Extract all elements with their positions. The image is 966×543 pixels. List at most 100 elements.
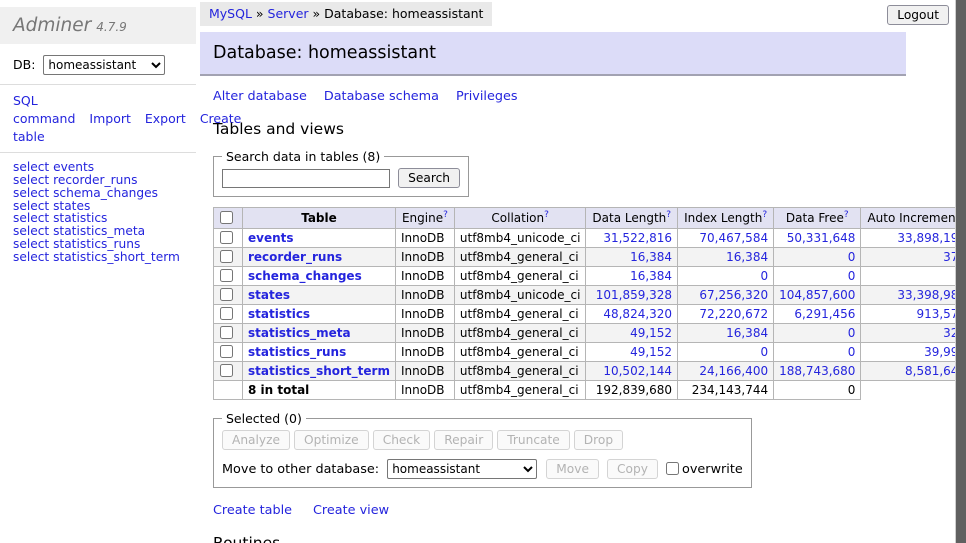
database-action-link-alter-database[interactable]: Alter database xyxy=(213,89,307,104)
index-length-link[interactable]: 70,467,584 xyxy=(699,231,768,245)
table-row-states: statesInnoDButf8mb4_unicode_ci101,859,32… xyxy=(214,286,966,305)
index-length-link[interactable]: 67,256,320 xyxy=(699,288,768,302)
table-row-statistics-runs: statistics_runsInnoDButf8mb4_general_ci4… xyxy=(214,343,966,362)
db-selector-row: DB: homeassistant xyxy=(13,55,196,75)
engine-cell: InnoDB xyxy=(395,362,454,381)
help-icon[interactable]: ? xyxy=(844,210,849,220)
index-length-link[interactable]: 0 xyxy=(760,269,768,283)
db-select[interactable]: homeassistant xyxy=(43,55,165,75)
optimize-button[interactable]: Optimize xyxy=(294,430,369,450)
table-name-link-statistics-meta[interactable]: statistics_meta xyxy=(248,326,351,340)
row-checkbox-cell xyxy=(214,267,243,286)
index-length-link[interactable]: 72,220,672 xyxy=(699,307,768,321)
totals-index-length: 234,143,744 xyxy=(678,381,774,400)
table-name-link-statistics-short-term[interactable]: statistics_short_term xyxy=(248,364,390,378)
data-length-link[interactable]: 31,522,816 xyxy=(603,231,672,245)
breadcrumb-link-mysql[interactable]: MySQL xyxy=(209,6,252,21)
data-length-link[interactable]: 49,152 xyxy=(630,345,672,359)
column-header-index-length: Index Length? xyxy=(678,208,774,229)
create-link-create-view[interactable]: Create view xyxy=(313,503,389,518)
table-name-link-events[interactable]: events xyxy=(248,231,294,245)
breadcrumb-separator: » xyxy=(309,6,325,21)
row-checkbox-events[interactable] xyxy=(220,231,233,244)
data-free-link[interactable]: 188,743,680 xyxy=(779,364,855,378)
help-icon[interactable]: ? xyxy=(666,210,671,220)
sidebar-op-link-export[interactable]: Export xyxy=(145,111,186,126)
database-action-link-database-schema[interactable]: Database schema xyxy=(324,89,439,104)
search-input[interactable] xyxy=(222,169,390,188)
collation-cell: utf8mb4_general_ci xyxy=(454,324,586,343)
index-length-link[interactable]: 16,384 xyxy=(726,326,768,340)
row-checkbox-statistics-runs[interactable] xyxy=(220,345,233,358)
create-link-create-table[interactable]: Create table xyxy=(213,503,292,518)
row-checkbox-statistics-meta[interactable] xyxy=(220,326,233,339)
row-checkbox-schema-changes[interactable] xyxy=(220,269,233,282)
sidebar-op-link-sql-command[interactable]: SQL command xyxy=(13,93,75,126)
index-length-link[interactable]: 16,384 xyxy=(726,250,768,264)
data-free-link[interactable]: 0 xyxy=(848,345,856,359)
table-row-schema-changes: schema_changesInnoDButf8mb4_general_ci16… xyxy=(214,267,966,286)
table-name-link-statistics[interactable]: statistics xyxy=(248,307,310,321)
data-length-link[interactable]: 16,384 xyxy=(630,250,672,264)
move-db-select[interactable]: homeassistant xyxy=(387,459,537,479)
analyze-button[interactable]: Analyze xyxy=(222,430,290,450)
collation-cell: utf8mb4_unicode_ci xyxy=(454,286,586,305)
page-scrollbar[interactable] xyxy=(955,0,966,543)
table-row-statistics-meta: statistics_meta InnoDButf8mb4_general_ci 4… xyxy=(214,324,966,343)
column-header-collation: Collation? xyxy=(454,208,586,229)
totals-collation: utf8mb4_general_ci xyxy=(454,381,586,400)
search-button[interactable]: Search xyxy=(398,168,460,188)
data-free-link[interactable]: 50,331,648 xyxy=(787,231,856,245)
sidebar-table-link-select-schema-changes[interactable]: select schema_changes xyxy=(13,187,196,200)
sidebar-op-link-import[interactable]: Import xyxy=(89,111,131,126)
breadcrumb-link-server[interactable]: Server xyxy=(268,6,309,21)
help-icon[interactable]: ? xyxy=(762,210,767,220)
truncate-button[interactable]: Truncate xyxy=(497,430,570,450)
sidebar-table-link-select-statistics-short-term[interactable]: select statistics_short_term xyxy=(13,251,196,264)
row-checkbox-states[interactable] xyxy=(220,288,233,301)
copy-button[interactable]: Copy xyxy=(607,459,658,479)
breadcrumb-separator: » xyxy=(252,6,268,21)
search-legend: Search data in tables (8) xyxy=(222,149,384,164)
table-name-link-schema-changes[interactable]: schema_changes xyxy=(248,269,362,283)
row-checkbox-statistics-short-term[interactable] xyxy=(220,364,233,377)
column-header-auto-increment: Auto Increment? xyxy=(861,208,966,229)
row-checkbox-statistics[interactable] xyxy=(220,307,233,320)
row-checkbox-recorder-runs[interactable] xyxy=(220,250,233,263)
overwrite-checkbox[interactable] xyxy=(666,462,679,475)
adminer-version: 4.7.9 xyxy=(96,20,127,34)
move-button[interactable]: Move xyxy=(546,459,599,479)
row-checkbox-cell xyxy=(214,305,243,324)
select-all-checkbox[interactable] xyxy=(220,211,233,224)
sidebar-table-link-select-recorder-runs[interactable]: select recorder_runs xyxy=(13,174,196,187)
data-free-link[interactable]: 0 xyxy=(848,326,856,340)
drop-button[interactable]: Drop xyxy=(574,430,623,450)
data-free-link[interactable]: 6,291,456 xyxy=(794,307,855,321)
table-name-link-statistics-runs[interactable]: statistics_runs xyxy=(248,345,346,359)
auto-increment-cell: 913,577 xyxy=(861,305,966,324)
help-icon[interactable]: ? xyxy=(443,210,448,220)
database-action-link-privileges[interactable]: Privileges xyxy=(456,89,518,104)
data-length-link[interactable]: 101,859,328 xyxy=(596,288,672,302)
index-length-link[interactable]: 24,166,400 xyxy=(699,364,768,378)
table-name-link-recorder-runs[interactable]: recorder_runs xyxy=(248,250,342,264)
totals-empty-cell xyxy=(214,381,243,400)
data-length-link[interactable]: 48,824,320 xyxy=(603,307,672,321)
data-length-link[interactable]: 16,384 xyxy=(630,269,672,283)
data-length-link[interactable]: 10,502,144 xyxy=(603,364,672,378)
selected-fieldset: Selected (0) AnalyzeOptimizeCheckRepairT… xyxy=(213,411,752,488)
help-icon[interactable]: ? xyxy=(544,210,549,220)
table-name-cell: statistics_runs xyxy=(243,343,396,362)
engine-cell: InnoDB xyxy=(395,324,454,343)
index-length-link[interactable]: 0 xyxy=(760,345,768,359)
sidebar-table-link-select-statistics-runs[interactable]: select statistics_runs xyxy=(13,238,196,251)
tables-overview: TableEngine?Collation?Data Length?Index … xyxy=(213,207,966,400)
data-length-link[interactable]: 49,152 xyxy=(630,326,672,340)
repair-button[interactable]: Repair xyxy=(434,430,493,450)
check-button[interactable]: Check xyxy=(373,430,431,450)
data-free-link[interactable]: 104,857,600 xyxy=(779,288,855,302)
data-free-link[interactable]: 0 xyxy=(848,269,856,283)
data-free-link[interactable]: 0 xyxy=(848,250,856,264)
table-name-link-states[interactable]: states xyxy=(248,288,290,302)
data-free-cell: 50,331,648 xyxy=(774,229,861,248)
